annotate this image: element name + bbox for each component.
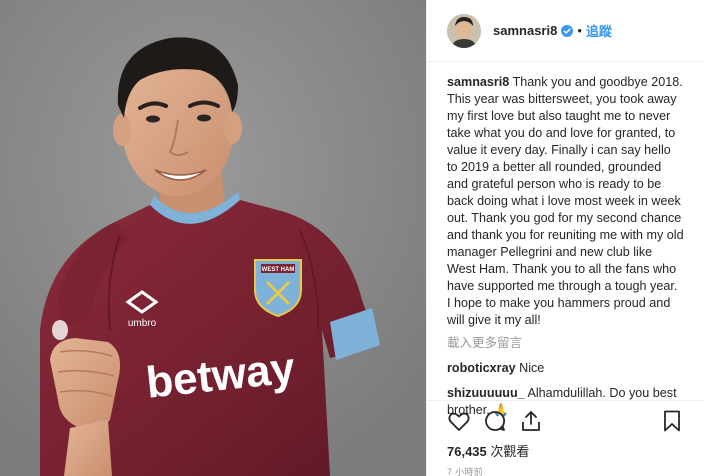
bookmark-icon[interactable] xyxy=(660,409,684,433)
comment-item: roboticxray Nice xyxy=(447,360,684,377)
avatar-image xyxy=(447,13,481,48)
post-side-panel: samnasri8 • 追蹤 samnasri8 Thank you and g… xyxy=(426,0,704,476)
follow-button[interactable]: 追蹤 xyxy=(586,21,612,40)
post-header: samnasri8 • 追蹤 xyxy=(427,0,704,62)
verified-badge-icon xyxy=(561,24,574,37)
svg-text:WEST HAM: WEST HAM xyxy=(262,267,295,273)
post-photo[interactable]: WEST HAM umbro betway xyxy=(0,0,426,476)
caption-text: Thank you and goodbye 2018. This year wa… xyxy=(447,75,684,327)
heart-icon[interactable] xyxy=(447,409,471,433)
post-timestamp[interactable]: 7 小時前 xyxy=(447,465,684,476)
header-separator: • xyxy=(577,23,582,38)
player-illustration: WEST HAM umbro betway xyxy=(0,0,426,476)
view-count[interactable]: 76,435 次觀看 xyxy=(447,441,684,460)
post-actions: 76,435 次觀看 7 小時前 xyxy=(427,400,704,476)
club-crest: WEST HAM xyxy=(254,259,302,318)
comment-username[interactable]: roboticxray xyxy=(447,361,516,375)
svg-text:umbro: umbro xyxy=(128,318,157,329)
action-icons xyxy=(447,401,684,441)
load-more-comments-button[interactable]: 載入更多留言 xyxy=(447,335,684,352)
avatar[interactable] xyxy=(447,13,481,48)
comments-area: samnasri8 Thank you and goodbye 2018. Th… xyxy=(427,62,704,417)
share-icon[interactable] xyxy=(519,409,543,433)
comment-text: Nice xyxy=(519,361,545,375)
caption-username[interactable]: samnasri8 xyxy=(447,75,509,89)
view-count-label: 次觀看 xyxy=(490,444,530,459)
comment-bubble-icon[interactable] xyxy=(483,409,507,433)
comment-username[interactable]: shizuuuuuu_ xyxy=(447,386,525,400)
caption: samnasri8 Thank you and goodbye 2018. Th… xyxy=(447,74,684,329)
header-username[interactable]: samnasri8 xyxy=(493,23,557,38)
view-count-number: 76,435 xyxy=(447,444,487,459)
